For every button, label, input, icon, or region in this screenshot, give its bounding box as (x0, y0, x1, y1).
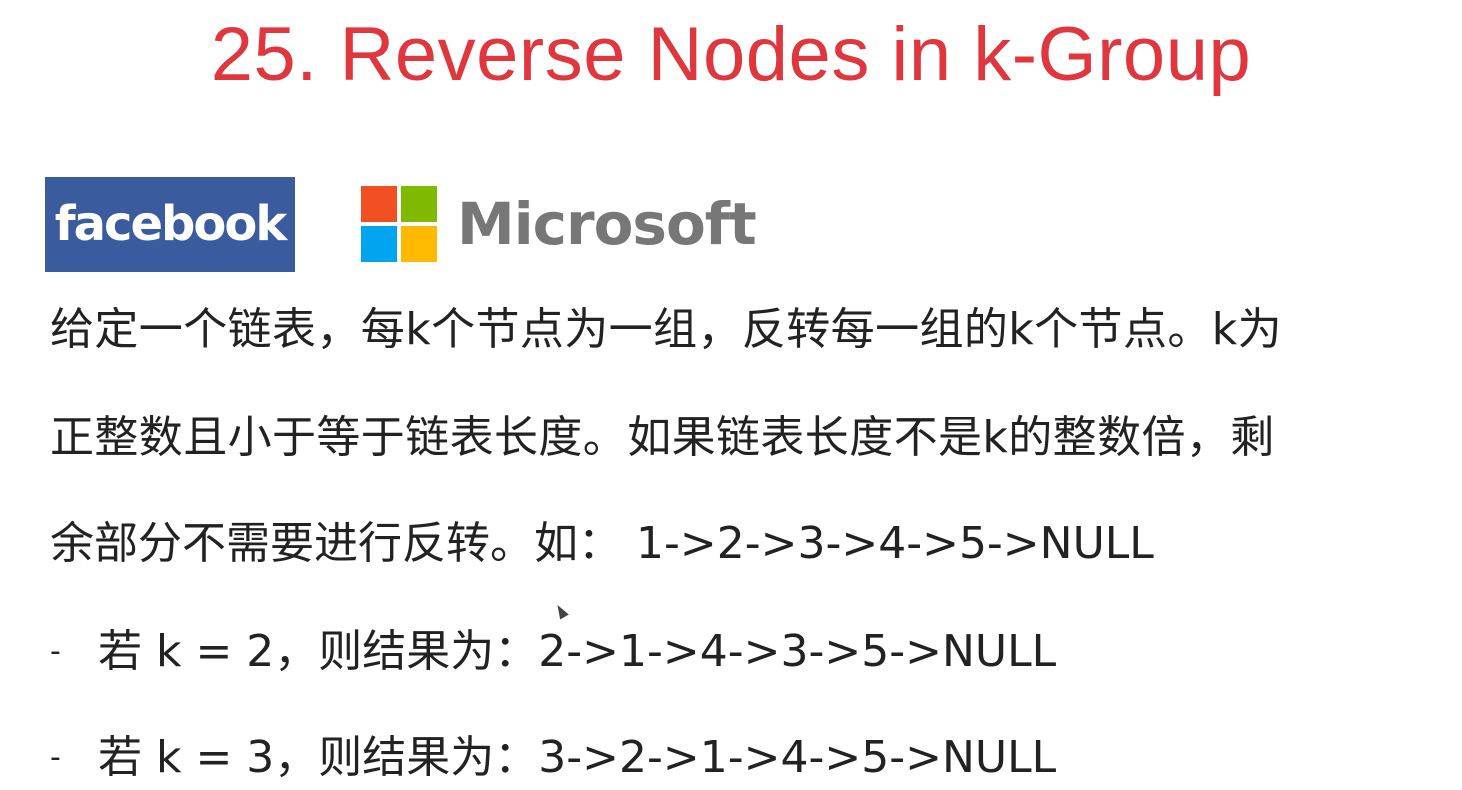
ms-blue-square (361, 226, 397, 262)
microsoft-logo: Microsoft (361, 186, 757, 262)
company-logos: facebook Microsoft (45, 176, 757, 272)
example-text: 若 k = 3，则结果为：3->2->1->4->5->NULL (98, 732, 1057, 783)
description-line-3: 余部分不需要进行反转。如： 1->2->3->4->5->NULL (50, 518, 1154, 569)
example-item-k3: - 若 k = 3，则结果为：3->2->1->4->5->NULL (50, 728, 1056, 788)
ms-green-square (401, 186, 437, 222)
bullet-dash: - (50, 634, 61, 669)
facebook-logo: facebook (45, 176, 295, 272)
ms-yellow-square (401, 226, 437, 262)
description-line-1: 给定一个链表，每k个节点为一组，反转每一组的k个节点。k为 (50, 304, 1283, 355)
facebook-logo-text: facebook (54, 196, 288, 252)
example-text: 若 k = 2，则结果为：2->1->4->3->5->NULL (98, 626, 1057, 677)
slide-title: 25. Reverse Nodes in k-Group (210, 12, 1252, 97)
microsoft-logo-text: Microsoft (457, 190, 757, 258)
bullet-dash: - (50, 740, 61, 775)
description-line-2: 正整数且小于等于链表长度。如果链表长度不是k的整数倍，剩 (50, 412, 1275, 463)
slide: 25. Reverse Nodes in k-Group facebook Mi… (0, 0, 1462, 790)
microsoft-windows-icon (361, 186, 437, 262)
example-item-k2: - 若 k = 2，则结果为：2->1->4->3->5->NULL (50, 622, 1056, 682)
ms-red-square (361, 186, 397, 222)
mouse-cursor-icon (553, 602, 569, 620)
